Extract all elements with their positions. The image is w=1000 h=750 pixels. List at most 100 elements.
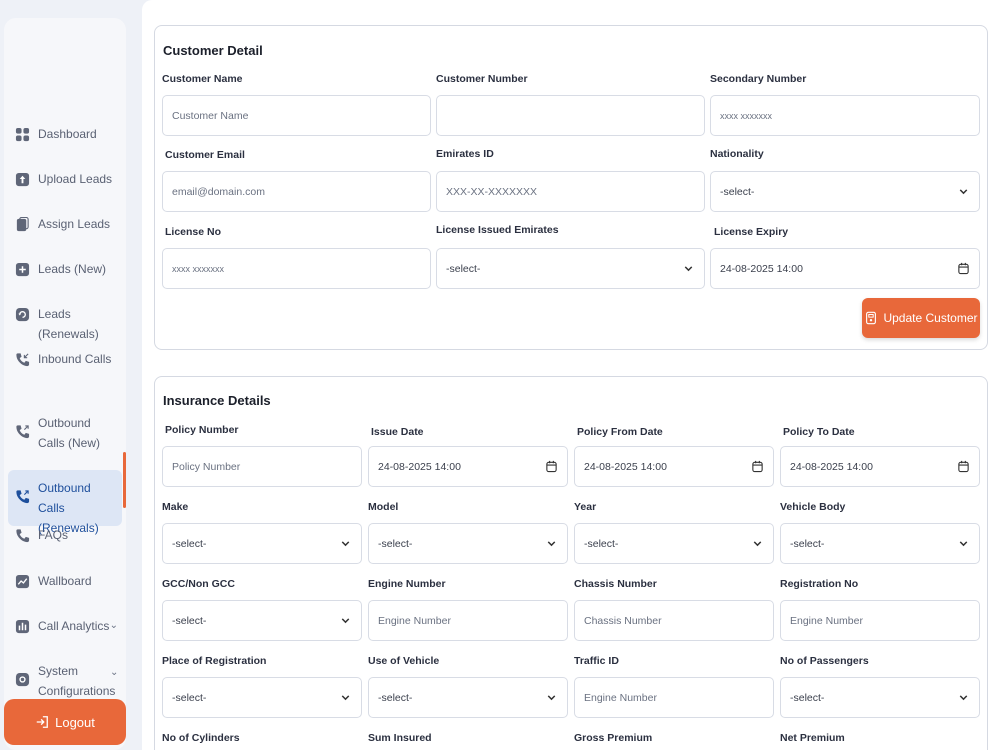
plus-square-icon: [14, 261, 30, 277]
upload-icon: [14, 171, 30, 187]
trend-icon: [14, 573, 30, 589]
engine-number-label: Engine Number: [368, 578, 446, 590]
gcc-value: -select-: [172, 614, 207, 627]
policy-to-input[interactable]: 24-08-2025 14:00: [780, 446, 980, 487]
policy-from-input[interactable]: 24-08-2025 14:00: [574, 446, 774, 487]
sidebar-item-label: Wallboard: [38, 574, 92, 588]
make-value: -select-: [172, 537, 207, 550]
use-vehicle-select[interactable]: -select-: [368, 677, 568, 718]
place-registration-select[interactable]: -select-: [162, 677, 362, 718]
passengers-select[interactable]: -select-: [780, 677, 980, 718]
license-no-input[interactable]: xxxx xxxxxxx: [162, 248, 431, 289]
logout-label: Logout: [55, 714, 95, 730]
save-icon: [866, 311, 877, 325]
model-value: -select-: [378, 537, 413, 550]
gcc-select[interactable]: -select-: [162, 600, 362, 641]
issue-date-value: 24-08-2025 14:00: [378, 460, 461, 473]
use-vehicle-label: Use of Vehicle: [368, 655, 440, 667]
make-select[interactable]: -select-: [162, 523, 362, 564]
sidebar-item-outbound-calls-new[interactable]: Outbound Calls (New): [8, 413, 122, 453]
sidebar-item-outbound-calls-renewals[interactable]: Outbound Calls (Renewals): [8, 470, 122, 535]
gear-icon: [14, 671, 30, 687]
model-select[interactable]: -select-: [368, 523, 568, 564]
sidebar-item-upload-leads[interactable]: Upload Leads: [8, 169, 122, 189]
traffic-id-label: Traffic ID: [574, 655, 619, 667]
chassis-number-placeholder: Chassis Number: [584, 614, 662, 627]
customer-number-input[interactable]: [436, 95, 705, 136]
secondary-number-placeholder: xxxx xxxxxxx: [720, 110, 773, 121]
update-customer-button[interactable]: Update Customer: [862, 298, 980, 338]
insurance-details-card: Insurance Details Policy Number Policy N…: [154, 376, 988, 750]
logout-button[interactable]: Logout: [4, 699, 126, 745]
phone-outgoing-icon: [14, 488, 30, 504]
vehicle-body-select[interactable]: -select-: [780, 523, 980, 564]
customer-name-input[interactable]: Customer Name: [162, 95, 431, 136]
chassis-number-input[interactable]: Chassis Number: [574, 600, 774, 641]
clipboard-icon: [14, 216, 30, 232]
chevron-down-icon: [957, 185, 970, 198]
sidebar-item-faqs[interactable]: FAQs: [8, 525, 122, 545]
emirates-id-input[interactable]: XXX-XX-XXXXXXX: [436, 171, 705, 212]
license-no-label: License No: [165, 226, 222, 238]
grid-icon: [14, 126, 30, 142]
chevron-down-icon: [751, 537, 764, 550]
policy-to-value: 24-08-2025 14:00: [790, 460, 873, 473]
customer-email-label: Customer Email: [165, 149, 245, 161]
use-vehicle-value: -select-: [378, 691, 413, 704]
registration-no-label: Registration No: [780, 578, 859, 590]
chevron-down-icon: [545, 691, 558, 704]
make-label: Make: [162, 501, 189, 513]
sidebar-item-leads-renewals[interactable]: Leads (Renewals): [8, 304, 122, 344]
traffic-id-placeholder: Engine Number: [584, 691, 657, 704]
license-issued-value: -select-: [446, 262, 481, 275]
customer-name-label: Customer Name: [162, 73, 243, 85]
nationality-select[interactable]: -select-: [710, 171, 980, 212]
sidebar: Dashboard Upload Leads Assign Leads Lead…: [4, 18, 126, 750]
gross-premium-label: Gross Premium: [574, 732, 653, 744]
customer-email-placeholder: email@domain.com: [172, 185, 265, 198]
calendar-icon[interactable]: [957, 262, 970, 275]
passengers-label: No of Passengers: [780, 655, 869, 667]
sidebar-item-label: FAQs: [38, 528, 69, 542]
sidebar-item-system-configurations[interactable]: System Configurations ⌄: [8, 661, 122, 701]
traffic-id-input[interactable]: Engine Number: [574, 677, 774, 718]
sidebar-item-assign-leads[interactable]: Assign Leads: [8, 214, 122, 234]
issue-date-input[interactable]: 24-08-2025 14:00: [368, 446, 568, 487]
policy-number-label: Policy Number: [165, 424, 239, 436]
customer-number-label: Customer Number: [436, 73, 528, 85]
sidebar-item-label: System Configurations: [38, 664, 116, 698]
refresh-icon: [14, 306, 30, 322]
sidebar-item-label: Inbound Calls: [38, 352, 112, 366]
chevron-down-icon: [339, 614, 352, 627]
calendar-icon[interactable]: [957, 460, 970, 473]
nationality-value: -select-: [720, 185, 755, 198]
registration-no-placeholder: Engine Number: [790, 614, 863, 627]
year-value: -select-: [584, 537, 619, 550]
license-expiry-input[interactable]: 24-08-2025 14:00: [710, 248, 980, 289]
sidebar-item-call-analytics[interactable]: Call Analytics ⌄: [8, 616, 122, 636]
passengers-value: -select-: [790, 691, 825, 704]
customer-email-input[interactable]: email@domain.com: [162, 171, 431, 212]
policy-number-input[interactable]: Policy Number: [162, 446, 362, 487]
registration-no-input[interactable]: Engine Number: [780, 600, 980, 641]
calendar-icon[interactable]: [751, 460, 764, 473]
chevron-down-icon: [682, 262, 695, 275]
sidebar-item-label: Dashboard: [38, 127, 97, 141]
secondary-number-input[interactable]: xxxx xxxxxxx: [710, 95, 980, 136]
policy-to-label: Policy To Date: [783, 426, 855, 438]
vehicle-body-value: -select-: [790, 537, 825, 550]
model-label: Model: [368, 501, 399, 513]
sidebar-item-label: Leads (New): [38, 262, 107, 276]
sidebar-item-dashboard[interactable]: Dashboard: [8, 124, 122, 144]
year-select[interactable]: -select-: [574, 523, 774, 564]
calendar-icon[interactable]: [545, 460, 558, 473]
place-registration-value: -select-: [172, 691, 207, 704]
sidebar-item-label: Outbound Calls (New): [38, 416, 101, 450]
sidebar-item-wallboard[interactable]: Wallboard: [8, 571, 122, 591]
sidebar-item-inbound-calls[interactable]: Inbound Calls: [8, 349, 122, 369]
chevron-down-icon: [339, 537, 352, 550]
sidebar-item-leads-new[interactable]: Leads (New): [8, 259, 122, 279]
engine-number-input[interactable]: Engine Number: [368, 600, 568, 641]
gcc-label: GCC/Non GCC: [162, 578, 235, 590]
license-issued-select[interactable]: -select-: [436, 248, 705, 289]
